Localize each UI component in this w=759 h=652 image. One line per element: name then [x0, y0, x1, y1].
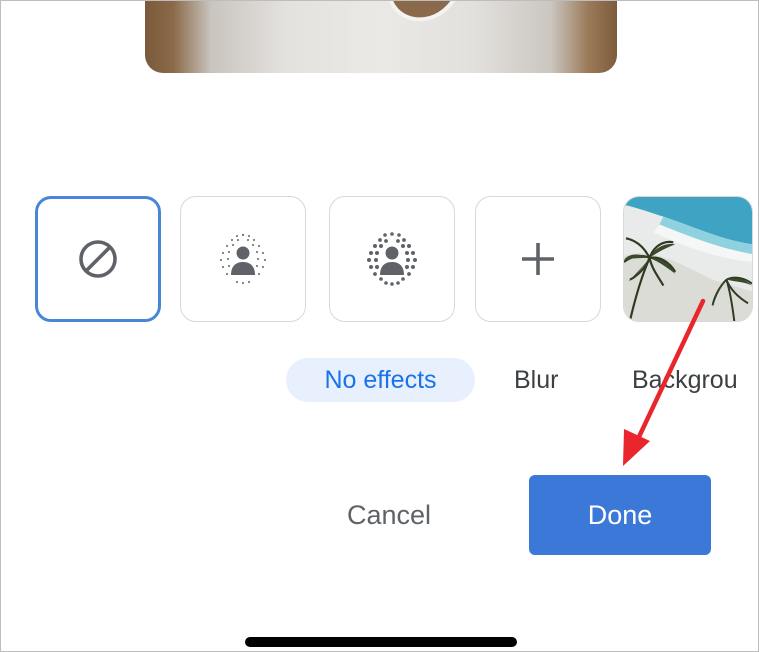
beach-background-tile[interactable] — [623, 196, 753, 322]
no-effects-tile[interactable] — [35, 196, 161, 322]
home-indicator[interactable] — [245, 637, 517, 647]
plus-icon — [522, 243, 554, 275]
effects-screen: No effects Blur Backgrou Cancel Done — [0, 0, 759, 652]
blur-tile[interactable] — [329, 196, 455, 322]
blur-label[interactable]: Blur — [514, 358, 558, 402]
beach-thumbnail — [624, 197, 752, 321]
background-label[interactable]: Backgrou — [632, 358, 738, 402]
prohibited-icon — [79, 240, 117, 278]
cancel-button[interactable]: Cancel — [319, 475, 459, 555]
add-background-tile[interactable] — [475, 196, 601, 322]
no-effects-label[interactable]: No effects — [286, 358, 475, 402]
blur-person-icon — [367, 232, 417, 286]
slight-blur-person-icon — [219, 233, 267, 285]
done-button[interactable]: Done — [529, 475, 711, 555]
camera-preview — [145, 1, 617, 73]
preview-collar-shape — [389, 1, 456, 22]
slight-blur-tile[interactable] — [180, 196, 306, 322]
